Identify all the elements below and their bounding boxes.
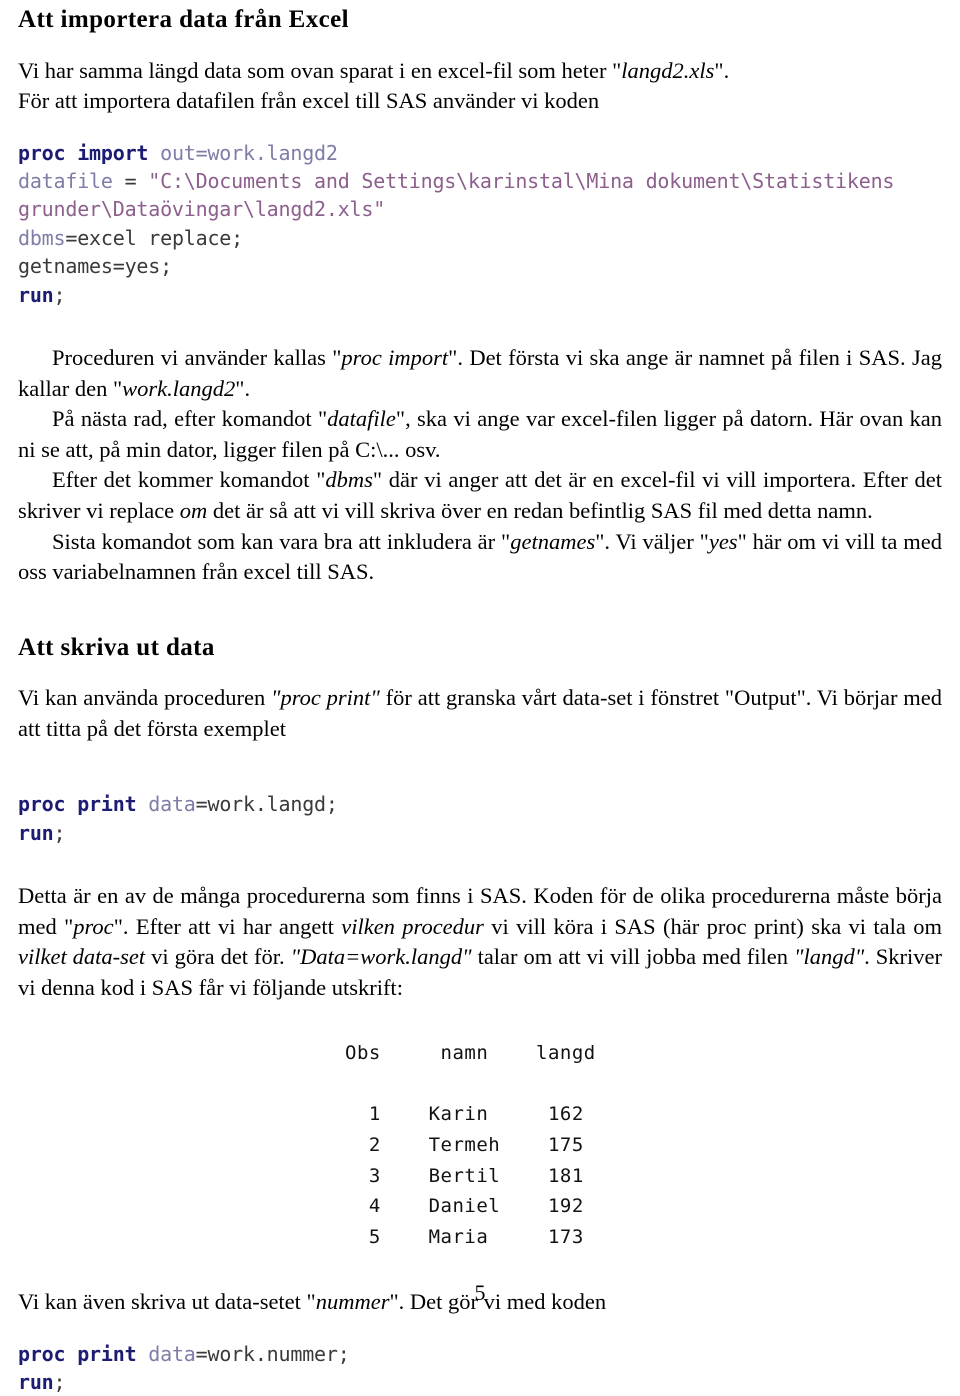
p3-emphasis-om: om: [179, 498, 208, 523]
intro-paragraph: Vi har samma längd data som ovan sparat …: [0, 56, 960, 87]
p6-emphasis-vilken-procedur: vilken procedur: [341, 913, 484, 939]
p4-text-2: ". Vi väljer ": [595, 528, 709, 554]
code-option-data-2: data: [148, 1341, 196, 1366]
code-keyword-proc-print: proc print: [18, 792, 137, 817]
paragraph-proc-print-intro: Vi kan använda proceduren "proc print" f…: [0, 683, 960, 744]
document-page: Att importera data från Excel Vi har sam…: [0, 0, 960, 1394]
code-option-data: data: [148, 792, 196, 817]
p4-emphasis-getnames: getnames: [510, 528, 596, 554]
code-value-dbms: =excel replace;: [65, 225, 243, 250]
code-semicolon-run-2: ;: [53, 820, 66, 845]
code-keyword-proc-import: proc import: [18, 140, 149, 165]
code-string-path: "C:\Documents and Settings\karinstal\Min…: [18, 169, 907, 222]
intro-line2-text: För att importera datafilen från excel t…: [18, 88, 600, 114]
p1-text-1: Proceduren vi använder kallas ": [52, 345, 342, 371]
code-value-data-langd: =work.langd;: [195, 792, 338, 817]
code-keyword-run-2: run: [18, 820, 54, 845]
intro-text-a: Vi har samma längd data som ovan sparat …: [18, 57, 622, 83]
code-option-datafile: datafile: [18, 169, 113, 194]
code-block-proc-print-langd[interactable]: proc print data=work.langd; run;: [0, 790, 960, 847]
p6-emphasis-proc: proc: [73, 913, 114, 939]
section-import-header: Att importera data från Excel: [0, 0, 960, 34]
code-option-getnames: getnames=yes;: [18, 254, 172, 279]
code-value-data-nummer: =work.nummer;: [195, 1341, 350, 1366]
intro-filename-emphasis: langd2.xls: [621, 57, 715, 83]
paragraph-proc-import-explanation: Proceduren vi använder kallas "proc impo…: [0, 343, 960, 404]
sas-output-table: Obs namn langd 1 Karin 162 2 Termeh 175 …: [345, 1041, 596, 1249]
p3-text-3: det är så att vi vill skriva över en red…: [207, 498, 873, 523]
p2-text-1: På nästa rad, efter komandot ": [52, 406, 328, 432]
p6-emphasis-vilket-dataset: vilket data-set: [18, 944, 146, 970]
p3-text-1: Efter det kommer komandot ": [52, 467, 326, 493]
p6-emphasis-langd: "langd": [794, 944, 865, 970]
p1-emphasis-proc-import: proc import: [341, 345, 449, 371]
page-title: Att importera data från Excel: [18, 6, 349, 33]
code-option-out: out=work.langd2: [148, 140, 338, 165]
paragraph-dbms-explanation: Efter det kommer komandot "dbms" där vi …: [0, 465, 960, 526]
p6-text-3: vi vill köra i SAS (här proc print) ska …: [483, 913, 942, 939]
p4-text-1: Sista komandot som kan vara bra att inkl…: [52, 528, 511, 554]
code-semicolon-run-3: ;: [53, 1369, 66, 1394]
intro-paragraph-line2: För att importera datafilen från excel t…: [0, 86, 960, 117]
p6-text-4: vi göra det för.: [145, 944, 291, 970]
intro-text-b: ".: [714, 57, 730, 83]
p3-emphasis-dbms: dbms: [325, 467, 373, 493]
code-keyword-run-3: run: [18, 1369, 54, 1394]
p5-emphasis-proc-print: "proc print": [271, 685, 380, 711]
code-semicolon-run: ;: [53, 282, 66, 307]
paragraph-procedures-explanation: Detta är en av de många procedurerna som…: [0, 881, 960, 1003]
paragraph-getnames-explanation: Sista komandot som kan vara bra att inkl…: [0, 527, 960, 588]
p1-text-3: ".: [235, 375, 251, 401]
section-output-header: Att skriva ut data: [0, 634, 960, 662]
code-option-dbms: dbms: [18, 225, 66, 250]
code-equals-datafile: =: [112, 169, 149, 194]
p2-emphasis-datafile: datafile: [327, 406, 396, 432]
code-keyword-run: run: [18, 282, 54, 307]
code-block-proc-print-nummer[interactable]: proc print data=work.nummer; run;: [0, 1340, 960, 1396]
section-title-output: Att skriva ut data: [18, 633, 215, 661]
code-block-proc-import[interactable]: proc import out=work.langd2 datafile = "…: [0, 139, 960, 309]
p6-text-5: talar om att vi vill jobba med filen: [471, 944, 795, 970]
p1-emphasis-work-langd2: work.langd2: [122, 375, 236, 401]
code-keyword-proc-print-2: proc print: [18, 1341, 137, 1366]
p5-text-1: Vi kan använda proceduren: [18, 685, 271, 711]
p6-emphasis-data-work-langd: "Data=work.langd": [290, 944, 472, 970]
p6-text-2: ". Efter att vi har angett: [113, 913, 342, 939]
paragraph-datafile-explanation: På nästa rad, efter komandot "datafile",…: [0, 404, 960, 465]
page-number: 5: [474, 1280, 486, 1305]
p4-emphasis-yes: yes: [708, 528, 738, 554]
